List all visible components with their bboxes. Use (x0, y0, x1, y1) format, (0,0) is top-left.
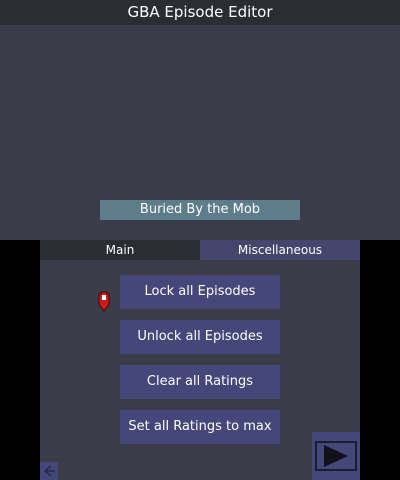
unlock-all-episodes-button[interactable]: Unlock all Episodes (120, 320, 280, 354)
next-button[interactable] (312, 432, 360, 480)
back-arrow-icon (43, 465, 55, 477)
set-ratings-max-button[interactable]: Set all Ratings to max (120, 410, 280, 444)
back-button[interactable] (40, 462, 58, 480)
episode-name-banner: Buried By the Mob (100, 200, 300, 220)
play-arrow-icon (315, 441, 357, 471)
app-title: GBA Episode Editor (0, 0, 400, 25)
tab-miscellaneous[interactable]: Miscellaneous (200, 240, 360, 260)
top-screen: GBA Episode Editor Buried By the Mob (0, 0, 400, 240)
red-pointer-icon (98, 291, 110, 312)
clear-all-ratings-button[interactable]: Clear all Ratings (120, 365, 280, 399)
bottom-screen: Main Miscellaneous Lock all Episodes Unl… (40, 240, 360, 480)
lock-all-episodes-button[interactable]: Lock all Episodes (120, 275, 280, 309)
tab-main[interactable]: Main (40, 240, 200, 260)
